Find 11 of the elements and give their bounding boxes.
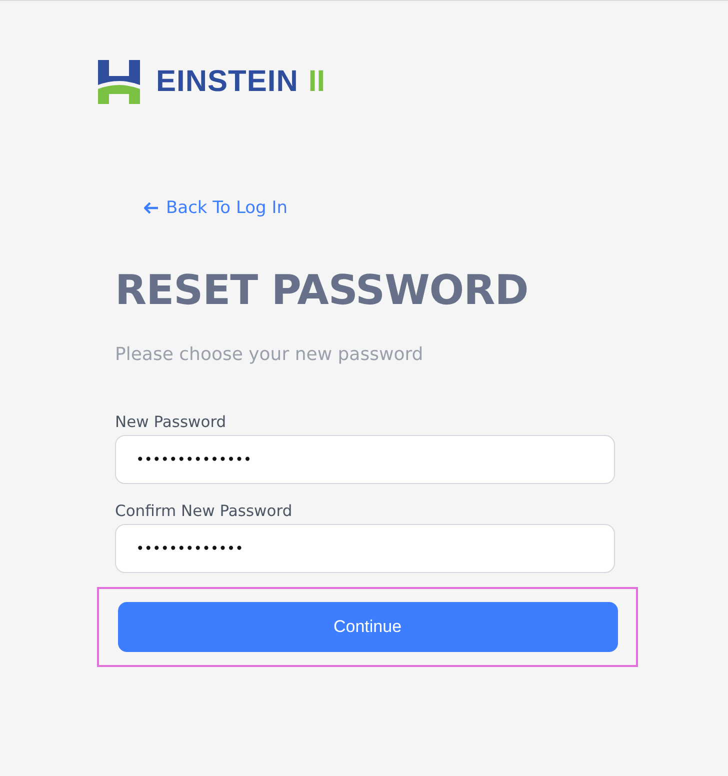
password-field[interactable]: •••••••••••••: [115, 524, 615, 573]
field-label: New Password: [115, 413, 228, 431]
logo-name: EINSTEIN: [156, 65, 298, 99]
logo-icon: [98, 60, 140, 104]
continue-button[interactable]: Continue: [118, 602, 618, 652]
field-label: Confirm New Password: [115, 502, 294, 520]
password-field[interactable]: ••••••••••••••: [115, 435, 615, 484]
subtitle: Please choose your new password: [115, 344, 424, 365]
logo-suffix: II: [308, 65, 326, 99]
arrow-left-icon: [144, 202, 159, 214]
page-title: RESET PASSWORD: [115, 266, 530, 314]
